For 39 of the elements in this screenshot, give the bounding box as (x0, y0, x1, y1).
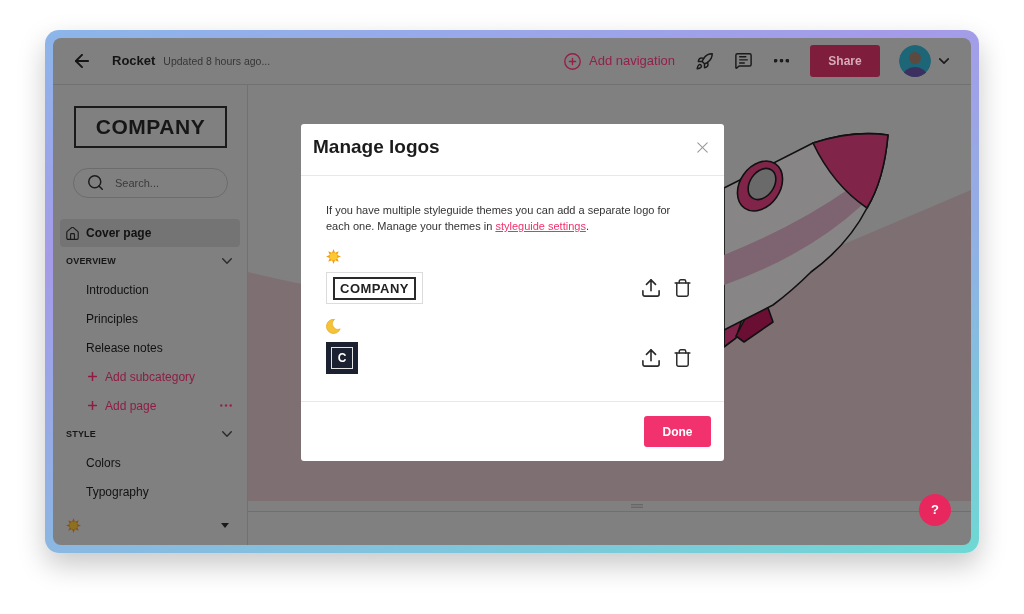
upload-icon[interactable] (642, 279, 660, 297)
sun-icon (326, 249, 341, 264)
more-icon[interactable] (774, 59, 789, 63)
dialog-description: If you have multiple styleguide themes you can add a separate logo for each one. Manage your themes in styleguide settings. (326, 203, 672, 234)
logo-text: C (331, 347, 353, 369)
dialog-title: Manage logos (313, 135, 440, 160)
help-button[interactable]: ? (919, 494, 951, 526)
plus-icon (88, 401, 97, 411)
sidebar-item[interactable]: Cover page (60, 218, 240, 248)
plus-circle-icon (564, 52, 581, 70)
search-icon (88, 175, 103, 191)
back-arrow-icon[interactable] (75, 54, 89, 68)
section-header[interactable]: STYLE (53, 420, 247, 449)
sidebar-item[interactable]: Typography (60, 477, 240, 507)
section-header[interactable]: OVERVIEW (53, 247, 247, 276)
plus-icon (88, 372, 97, 382)
rocket-icon[interactable] (696, 52, 713, 70)
sidebar-item[interactable]: Release notes (60, 333, 240, 363)
upload-icon[interactable] (642, 349, 660, 367)
avatar-icon[interactable] (899, 45, 931, 77)
trash-icon[interactable] (674, 279, 691, 297)
done-button[interactable]: Done (644, 416, 711, 447)
moon-icon (326, 319, 341, 334)
styleguide-settings-link[interactable]: styleguide settings (495, 220, 586, 232)
sidebar-item[interactable]: Principles (60, 304, 240, 334)
logo-text: COMPANY (333, 276, 416, 300)
comment-icon[interactable] (735, 53, 752, 69)
page-title: Rocket (112, 52, 156, 71)
trash-icon[interactable] (674, 349, 691, 367)
company-logo: COMPANY (74, 106, 227, 148)
house-icon (66, 226, 79, 240)
sidebar-item[interactable]: Colors (60, 448, 240, 478)
updated-time: Updated 8 hours ago... (163, 53, 271, 69)
sidebar-item[interactable]: Introduction (60, 275, 240, 305)
chevron-down-icon[interactable] (939, 58, 949, 64)
search-field[interactable]: Search... (73, 167, 228, 198)
close-icon[interactable] (697, 142, 708, 153)
caret-down-icon[interactable] (221, 523, 229, 529)
share-button[interactable]: Share (810, 45, 880, 77)
